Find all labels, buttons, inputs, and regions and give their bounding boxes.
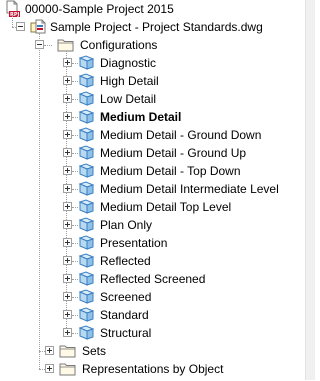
expand-toggle[interactable]	[63, 94, 72, 103]
expand-toggle[interactable]	[63, 274, 72, 283]
display-configuration-icon	[78, 54, 96, 72]
display-configuration-icon	[78, 252, 96, 270]
tree-node-label[interactable]: Representations by Object	[80, 361, 225, 377]
tree-node-configuration[interactable]: Standard	[0, 306, 300, 324]
tree-node-label[interactable]: Medium Detail - Ground Up	[98, 145, 248, 161]
expand-toggle[interactable]	[63, 166, 72, 175]
folder-icon	[59, 360, 77, 378]
expand-toggle[interactable]	[63, 256, 72, 265]
tree-node-representations[interactable]: Representations by Object	[0, 360, 300, 378]
expand-toggle[interactable]	[45, 346, 54, 355]
expand-toggle[interactable]	[63, 130, 72, 139]
expand-toggle[interactable]	[63, 184, 72, 193]
tree-node-label[interactable]: Plan Only	[98, 217, 154, 233]
display-configurations-tree[interactable]: RPJ 00000-Sample Project 2015 Sample Pro…	[0, 0, 305, 380]
display-configuration-icon	[78, 216, 96, 234]
collapse-toggle[interactable]	[16, 22, 25, 31]
tree-connector	[44, 45, 52, 46]
tree-node-configuration[interactable]: Presentation	[0, 234, 300, 252]
expand-toggle[interactable]	[63, 202, 72, 211]
expand-toggle[interactable]	[63, 112, 72, 121]
tree-node-label[interactable]: Sets	[80, 343, 108, 359]
tree-connector	[39, 351, 45, 352]
tree-node-configuration[interactable]: Plan Only	[0, 216, 300, 234]
tree-node-sets[interactable]: Sets	[0, 342, 300, 360]
expand-toggle[interactable]	[63, 148, 72, 157]
display-configuration-icon	[78, 126, 96, 144]
expand-toggle[interactable]	[63, 220, 72, 229]
display-configuration-icon	[78, 198, 96, 216]
tree-node-configuration[interactable]: Low Detail	[0, 90, 300, 108]
tree-node-label[interactable]: Configurations	[78, 37, 159, 53]
tree-node-configuration[interactable]: Medium Detail - Ground Up	[0, 144, 300, 162]
tree-node-label[interactable]: Reflected	[98, 253, 153, 269]
tree-node-label[interactable]: Sample Project - Project Standards.dwg	[48, 19, 265, 35]
tree-connector	[39, 369, 45, 370]
tree-node-label[interactable]: Medium Detail Top Level	[98, 199, 233, 215]
display-configuration-icon	[78, 288, 96, 306]
expand-toggle[interactable]	[63, 238, 72, 247]
tree-node-label[interactable]: Structural	[98, 325, 153, 341]
tree-node-drawing[interactable]: Sample Project - Project Standards.dwg	[0, 18, 300, 36]
tree-node-configuration[interactable]: Reflected	[0, 252, 300, 270]
tree-node-configuration[interactable]: Medium Detail Intermediate Level	[0, 180, 300, 198]
tree-node-label[interactable]: Medium Detail - Top Down	[98, 163, 243, 179]
tree-node-label[interactable]: Screened	[98, 289, 153, 305]
display-configuration-icon	[78, 144, 96, 162]
display-configuration-icon	[78, 306, 96, 324]
tree-node-label[interactable]: 00000-Sample Project 2015	[23, 1, 176, 17]
tree-node-label[interactable]: Presentation	[98, 235, 169, 251]
display-configuration-icon	[78, 108, 96, 126]
display-configuration-icon	[78, 324, 96, 342]
tree-node-configuration[interactable]: Reflected Screened	[0, 270, 300, 288]
tree-node-label[interactable]: Medium Detail - Ground Down	[98, 127, 263, 143]
tree-node-label[interactable]: Reflected Screened	[98, 271, 207, 287]
display-configuration-icon	[78, 234, 96, 252]
tree-node-label[interactable]: Medium Detail	[98, 109, 183, 125]
display-configuration-icon	[78, 180, 96, 198]
tree-node-label[interactable]: Standard	[98, 307, 151, 323]
display-configuration-icon	[78, 90, 96, 108]
expand-toggle[interactable]	[63, 76, 72, 85]
tree-node-configuration[interactable]: Medium Detail - Top Down	[0, 162, 300, 180]
tree-node-label[interactable]: Medium Detail Intermediate Level	[98, 181, 281, 197]
vertical-scrollbar[interactable]	[305, 0, 315, 380]
expand-toggle[interactable]	[45, 364, 54, 373]
tree-node-label[interactable]: Low Detail	[98, 91, 158, 107]
tree-node-configuration[interactable]: Diagnostic	[0, 54, 300, 72]
tree-node-configuration[interactable]: Structural	[0, 324, 300, 342]
tree-node-configuration[interactable]: Medium Detail Top Level	[0, 198, 300, 216]
display-configuration-icon	[78, 162, 96, 180]
expand-toggle[interactable]	[63, 292, 72, 301]
expand-toggle[interactable]	[63, 310, 72, 319]
tree-node-configuration[interactable]: Medium Detail - Ground Down	[0, 126, 300, 144]
expand-toggle[interactable]	[63, 58, 72, 67]
collapse-toggle[interactable]	[35, 40, 44, 49]
display-configuration-icon	[78, 72, 96, 90]
tree-node-configuration[interactable]: Medium Detail	[0, 108, 300, 126]
folder-icon	[59, 342, 77, 360]
tree-node-configuration[interactable]: High Detail	[0, 72, 300, 90]
tree-node-label[interactable]: Diagnostic	[98, 55, 158, 71]
display-configuration-icon	[78, 270, 96, 288]
tree-node-configuration[interactable]: Screened	[0, 288, 300, 306]
expand-toggle[interactable]	[63, 328, 72, 337]
tree-node-label[interactable]: High Detail	[98, 73, 161, 89]
tree-node-project[interactable]: RPJ 00000-Sample Project 2015	[0, 0, 300, 18]
